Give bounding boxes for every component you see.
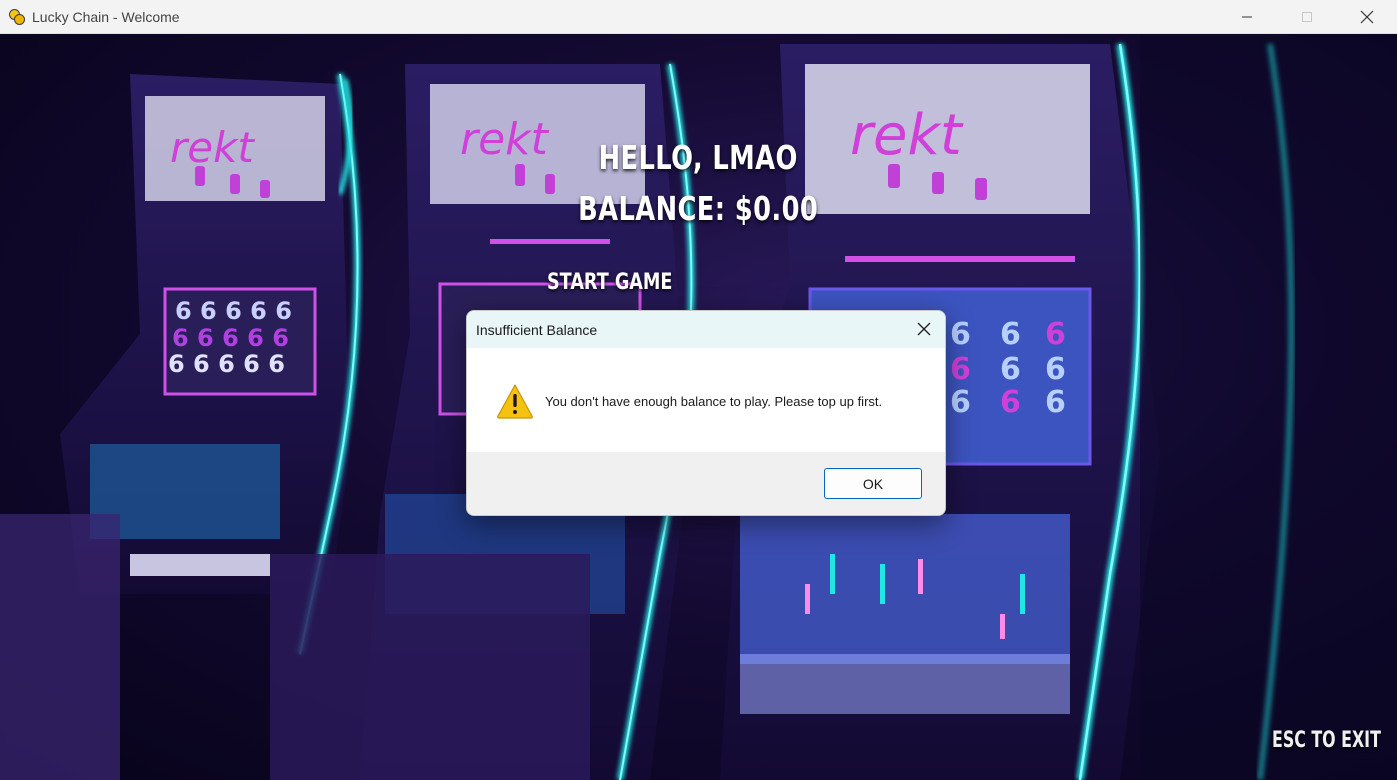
maximize-icon bbox=[1302, 12, 1312, 22]
dialog-title: Insufficient Balance bbox=[476, 321, 598, 338]
dialog-footer: OK bbox=[467, 452, 945, 515]
svg-text:6: 6 bbox=[1045, 352, 1066, 387]
svg-text:6: 6 bbox=[950, 385, 971, 420]
window-titlebar: Lucky Chain - Welcome bbox=[0, 0, 1397, 34]
maximize-button bbox=[1277, 0, 1337, 34]
pygame-icon bbox=[8, 8, 26, 26]
warning-icon bbox=[497, 384, 533, 419]
svg-text:6: 6 bbox=[1045, 317, 1066, 352]
dialog-message: You don't have enough balance to play. P… bbox=[545, 393, 883, 409]
svg-text:6 6 6 6 6: 6 6 6 6 6 bbox=[168, 350, 285, 378]
svg-text:6: 6 bbox=[1045, 385, 1066, 420]
close-icon bbox=[917, 322, 931, 336]
balance-text: BALANCE: $0.00 bbox=[578, 189, 819, 228]
svg-text:6: 6 bbox=[950, 352, 971, 387]
svg-text:6: 6 bbox=[1000, 352, 1021, 387]
minimize-icon bbox=[1242, 16, 1252, 18]
ok-button[interactable]: OK bbox=[824, 468, 922, 499]
greeting-text: HELLO, LMAO bbox=[598, 138, 798, 177]
minimize-button[interactable] bbox=[1217, 0, 1277, 34]
insufficient-balance-dialog: Insufficient Balance You don't have enou… bbox=[466, 310, 946, 516]
close-window-button[interactable] bbox=[1337, 0, 1397, 34]
svg-text:6 6 6 6 6: 6 6 6 6 6 bbox=[175, 297, 292, 325]
close-icon bbox=[1360, 10, 1374, 24]
dialog-body: You don't have enough balance to play. P… bbox=[467, 348, 945, 454]
dialog-close-button[interactable] bbox=[915, 320, 933, 338]
svg-text:6: 6 bbox=[1000, 317, 1021, 352]
window-title: Lucky Chain - Welcome bbox=[32, 8, 180, 25]
window-controls bbox=[1217, 0, 1397, 34]
svg-text:6: 6 bbox=[950, 317, 971, 352]
svg-text:6 6 6 6 6: 6 6 6 6 6 bbox=[172, 324, 289, 352]
dialog-titlebar: Insufficient Balance bbox=[467, 311, 945, 348]
start-game-button[interactable]: START GAME bbox=[547, 270, 672, 295]
esc-to-exit-hint: ESC TO EXIT bbox=[1272, 728, 1381, 753]
svg-text:6: 6 bbox=[1000, 385, 1021, 420]
